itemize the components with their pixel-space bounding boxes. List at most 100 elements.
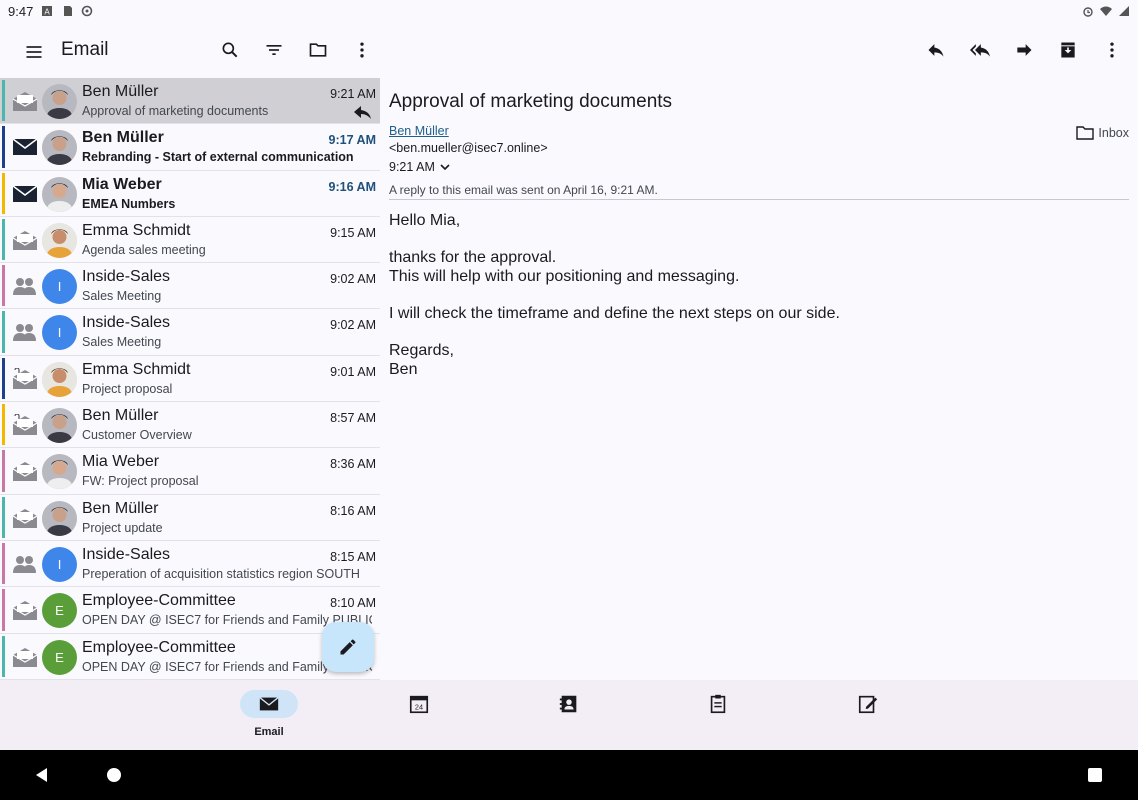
body-line: Hello Mia, — [389, 212, 461, 229]
group-icon — [12, 321, 38, 343]
nav-contacts[interactable] — [539, 690, 599, 740]
calendar-icon: 24 — [390, 690, 448, 718]
avatar — [42, 454, 77, 490]
message-subject: Customer Overview — [82, 428, 192, 443]
svg-text:24: 24 — [415, 703, 423, 712]
reply-all-icon[interactable] — [968, 38, 992, 62]
category-bar — [2, 265, 5, 307]
more-icon[interactable] — [1100, 38, 1124, 62]
body-paragraph: thanks for the approval. This will help w… — [389, 248, 840, 286]
message-subject: FW: Project proposal — [82, 474, 199, 489]
back-icon[interactable] — [34, 767, 50, 783]
message-row[interactable]: Emma Schmidt Agenda sales meeting 9:15 AM — [0, 216, 380, 264]
wifi-icon — [1100, 6, 1112, 16]
group-icon — [12, 275, 38, 297]
compose-button[interactable] — [322, 622, 374, 672]
nav-label: Email — [254, 726, 284, 738]
message-subject: Preperation of acquisition statistics re… — [82, 566, 360, 581]
body-line: Ben — [389, 361, 418, 378]
body-paragraph: Hello Mia, — [389, 211, 840, 230]
message-row[interactable]: Mia Weber EMEA Numbers 9:16 AM — [0, 170, 380, 217]
message-row[interactable]: E Employee-Committee OPEN DAY @ ISEC7 for … — [0, 587, 380, 634]
menu-icon[interactable] — [22, 40, 46, 64]
detail-sender-link[interactable]: Ben Müller — [389, 124, 449, 138]
avatar — [42, 176, 77, 212]
message-row[interactable]: Ben Müller Approval of marketing document… — [0, 78, 380, 125]
more-icon[interactable] — [350, 38, 374, 62]
avatar: E — [42, 639, 77, 675]
message-subject: Approval of marketing documents — [82, 104, 269, 118]
nav-tasks[interactable] — [688, 690, 748, 740]
filter-icon[interactable] — [262, 38, 286, 62]
notes-icon — [839, 690, 897, 718]
avatar: I — [42, 315, 77, 351]
message-time: 9:02 AM — [330, 318, 376, 333]
message-time: 9:21 AM — [330, 87, 376, 101]
message-list[interactable]: Ben Müller Approval of marketing document… — [0, 78, 380, 680]
recents-icon[interactable] — [1088, 768, 1102, 782]
category-bar — [2, 496, 5, 538]
message-row[interactable]: I Inside-Sales Preperation of acquisition … — [0, 540, 380, 588]
category-bar — [2, 80, 5, 122]
message-detail: Approval of marketing documents Ben Müll… — [380, 78, 1138, 680]
forward-icon[interactable] — [1012, 38, 1036, 62]
message-subject: Sales Meeting — [82, 335, 162, 350]
message-row[interactable]: I Inside-Sales Sales Meeting 9:02 AM — [0, 309, 380, 356]
divider — [389, 199, 1129, 200]
category-bar — [2, 635, 5, 677]
sd-card-icon — [64, 6, 73, 16]
status-time: 9:47 — [8, 3, 34, 19]
chevron-down-icon — [440, 164, 450, 171]
message-subject: Project update — [82, 520, 163, 535]
body-line: Regards, — [389, 342, 454, 359]
category-bar — [2, 218, 5, 261]
message-row[interactable]: Mia Weber FW: Project proposal 8:36 AM — [0, 448, 380, 495]
reply-note: A reply to this email was sent on April … — [389, 183, 658, 197]
detail-folder-name: Inbox — [1098, 126, 1129, 140]
sync-icon — [82, 5, 93, 17]
folder-icon[interactable] — [306, 38, 330, 62]
unread-envelope-icon — [12, 136, 38, 158]
message-time: 9:15 AM — [330, 225, 376, 240]
sender-name: Ben Müller — [82, 83, 159, 100]
search-icon[interactable] — [218, 38, 242, 62]
avatar-letter: I — [57, 556, 62, 572]
message-time: 8:57 AM — [330, 411, 376, 426]
group-icon — [12, 553, 38, 575]
message-row[interactable]: Ben Müller Customer Overview 8:57 AM — [0, 402, 380, 449]
svg-text:A: A — [45, 8, 51, 17]
contacts-icon — [540, 690, 598, 718]
category-bar — [2, 126, 5, 168]
category-bar — [2, 589, 5, 631]
nav-calendar[interactable]: 24 — [389, 690, 449, 740]
category-bar — [2, 404, 5, 446]
system-navigation-bar — [0, 750, 1138, 800]
list-toolbar: Email — [0, 22, 380, 78]
category-bar — [2, 542, 5, 585]
battery-icon — [1119, 6, 1129, 16]
status-bar: 9:47 A — [0, 0, 1138, 22]
message-body: Hello Mia, thanks for the approval. This w… — [389, 211, 840, 397]
message-row[interactable]: Emma Schmidt Project proposal 9:01 AM — [0, 355, 380, 403]
message-subject: Project proposal — [82, 381, 173, 396]
message-row[interactable]: I Inside-Sales Sales Meeting 9:02 AM — [0, 263, 380, 310]
reply-icon[interactable] — [924, 38, 948, 62]
detail-time[interactable]: 9:21 AM — [389, 160, 451, 174]
avatar — [42, 361, 77, 397]
detail-folder[interactable]: Inbox — [1076, 126, 1129, 140]
avatar — [42, 408, 77, 444]
sender-name: Inside-Sales — [82, 314, 171, 332]
sender-name: Inside-Sales — [82, 545, 171, 563]
nav-email[interactable]: Email — [239, 690, 299, 740]
nav-notes[interactable] — [838, 690, 898, 740]
message-subject: Rebranding - Start of external communica… — [82, 150, 354, 165]
home-icon[interactable] — [106, 767, 122, 783]
body-paragraph: Regards, Ben — [389, 341, 840, 379]
archive-icon[interactable] — [1056, 38, 1080, 62]
message-time: 8:16 AM — [330, 503, 376, 518]
message-row[interactable]: Ben Müller Project update 8:16 AM — [0, 494, 380, 541]
avatar: I — [42, 269, 77, 305]
message-row[interactable]: Ben Müller Rebranding - Start of external… — [0, 124, 380, 171]
message-time: 9:16 AM — [328, 179, 376, 194]
attachment-envelope-icon — [12, 413, 38, 436]
